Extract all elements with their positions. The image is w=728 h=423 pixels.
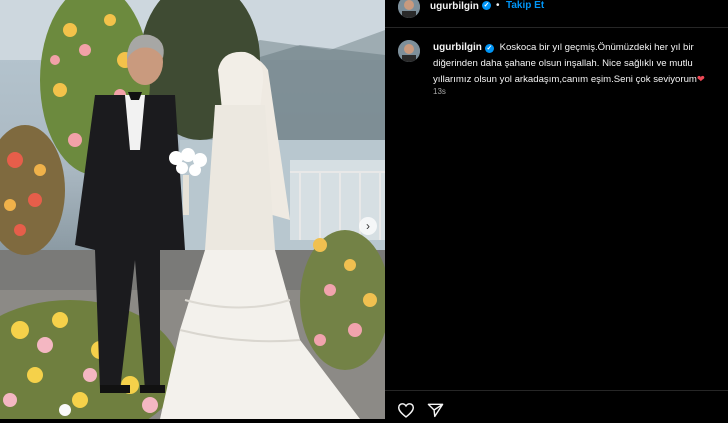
follow-button[interactable]: Takip Et [506, 0, 544, 11]
post-info-panel: ugurbilgin ✓ • Takip Et ugurbilgin ✓ Kosk… [385, 0, 728, 419]
caption: ugurbilgin ✓ Koskoca bir yıl geçmiş.Önümü… [433, 40, 728, 88]
post-photo: › [0, 0, 385, 419]
verified-badge-icon: ✓ [482, 1, 491, 10]
send-icon[interactable] [427, 402, 444, 423]
chevron-right-icon[interactable]: › [359, 217, 377, 235]
avatar-image [398, 40, 420, 62]
caption-username[interactable]: ugurbilgin [433, 42, 482, 53]
action-bar [385, 390, 728, 420]
post-timestamp[interactable]: 13s [433, 87, 446, 96]
heart-icon[interactable] [397, 402, 415, 423]
post-header: ugurbilgin ✓ • Takip Et [385, 0, 728, 28]
heart-emoji: ❤ [696, 74, 705, 85]
avatar[interactable] [398, 0, 420, 18]
wedding-photo-illustration [0, 0, 385, 419]
avatar-image [398, 0, 420, 18]
caption-avatar[interactable] [398, 40, 420, 62]
verified-badge-icon: ✓ [484, 44, 494, 53]
header-username[interactable]: ugurbilgin [430, 1, 479, 12]
header-separator: • [496, 0, 500, 11]
